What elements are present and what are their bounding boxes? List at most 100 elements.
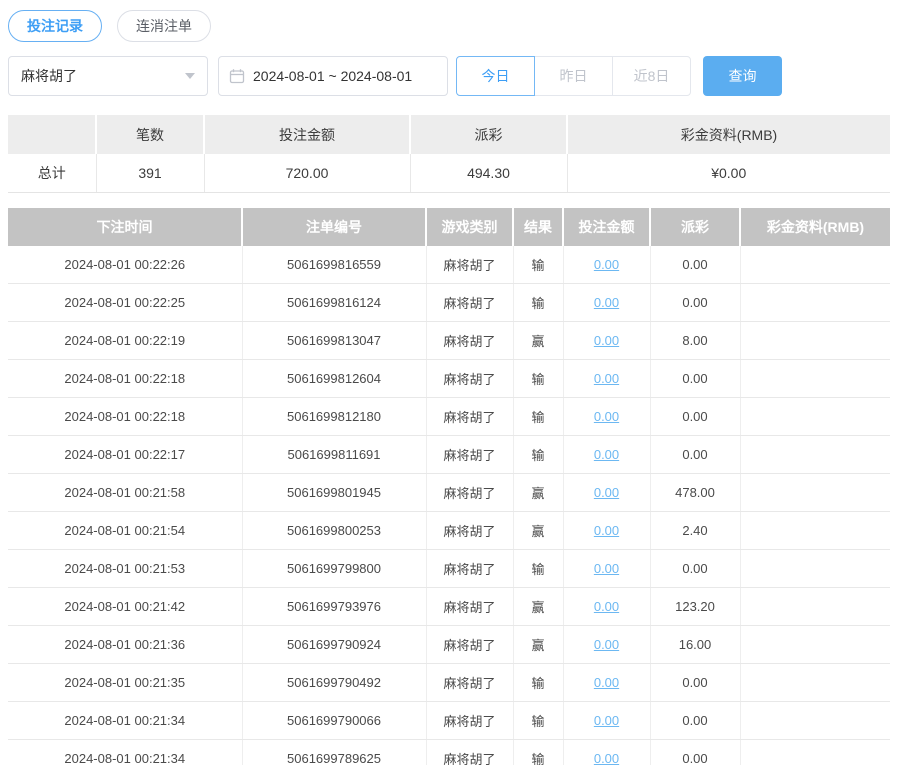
bonus xyxy=(740,398,890,436)
filter-bar: 麻将胡了 2024-08-01 ~ 2024-08-01 今日 昨日 近8日 查… xyxy=(8,56,890,96)
table-row: 2024-08-01 00:21:42 5061699793976 麻将胡了 赢… xyxy=(8,588,890,626)
bet-amount-cell: 0.00 xyxy=(563,436,650,474)
col-payout: 派彩 xyxy=(650,208,740,246)
payout: 0.00 xyxy=(650,436,740,474)
payout: 0.00 xyxy=(650,398,740,436)
table-row: 2024-08-01 00:22:18 5061699812180 麻将胡了 输… xyxy=(8,398,890,436)
payout: 0.00 xyxy=(650,740,740,765)
order-id: 5061699790066 xyxy=(242,702,426,740)
table-row: 2024-08-01 00:21:58 5061699801945 麻将胡了 赢… xyxy=(8,474,890,512)
betting-records-page: 投注记录 连消注单 麻将胡了 2024-08-01 ~ 2024-08-01 今… xyxy=(0,0,898,765)
bet-amount-link[interactable]: 0.00 xyxy=(594,333,619,348)
bet-amount-link[interactable]: 0.00 xyxy=(594,713,619,728)
bet-time: 2024-08-01 00:21:35 xyxy=(8,664,242,702)
bet-amount-link[interactable]: 0.00 xyxy=(594,485,619,500)
result: 输 xyxy=(513,398,563,436)
bet-amount-link[interactable]: 0.00 xyxy=(594,561,619,576)
bonus xyxy=(740,664,890,702)
summary-total-count: 391 xyxy=(96,154,204,192)
game-type: 麻将胡了 xyxy=(426,284,513,322)
payout: 0.00 xyxy=(650,246,740,284)
order-id: 5061699790492 xyxy=(242,664,426,702)
search-button[interactable]: 查询 xyxy=(703,56,782,96)
bet-amount-link[interactable]: 0.00 xyxy=(594,675,619,690)
bonus xyxy=(740,436,890,474)
bet-amount-link[interactable]: 0.00 xyxy=(594,295,619,310)
date-range-input[interactable]: 2024-08-01 ~ 2024-08-01 xyxy=(218,56,448,96)
bet-amount-cell: 0.00 xyxy=(563,322,650,360)
order-id: 5061699813047 xyxy=(242,322,426,360)
table-row: 2024-08-01 00:21:34 5061699789625 麻将胡了 输… xyxy=(8,740,890,765)
bet-amount-cell: 0.00 xyxy=(563,360,650,398)
order-id: 5061699816124 xyxy=(242,284,426,322)
bet-amount-link[interactable]: 0.00 xyxy=(594,371,619,386)
table-row: 2024-08-01 00:21:54 5061699800253 麻将胡了 赢… xyxy=(8,512,890,550)
bonus xyxy=(740,474,890,512)
result: 输 xyxy=(513,436,563,474)
summary-col-bonus: 彩金资料(RMB) xyxy=(567,115,890,154)
payout: 2.40 xyxy=(650,512,740,550)
table-row: 2024-08-01 00:22:17 5061699811691 麻将胡了 输… xyxy=(8,436,890,474)
game-select[interactable]: 麻将胡了 xyxy=(8,56,208,96)
bet-amount-link[interactable]: 0.00 xyxy=(594,637,619,652)
col-bet-time: 下注时间 xyxy=(8,208,242,246)
bet-time: 2024-08-01 00:22:17 xyxy=(8,436,242,474)
calendar-icon xyxy=(229,68,245,84)
bet-time: 2024-08-01 00:21:42 xyxy=(8,588,242,626)
bet-amount-cell: 0.00 xyxy=(563,512,650,550)
bet-amount-link[interactable]: 0.00 xyxy=(594,409,619,424)
bet-time: 2024-08-01 00:22:18 xyxy=(8,398,242,436)
tab-betting-records[interactable]: 投注记录 xyxy=(8,10,102,42)
chevron-down-icon xyxy=(185,73,195,79)
game-type: 麻将胡了 xyxy=(426,664,513,702)
bet-time: 2024-08-01 00:21:58 xyxy=(8,474,242,512)
bet-amount-link[interactable]: 0.00 xyxy=(594,599,619,614)
result: 赢 xyxy=(513,626,563,664)
bonus xyxy=(740,284,890,322)
result: 输 xyxy=(513,550,563,588)
bet-amount-cell: 0.00 xyxy=(563,626,650,664)
bet-amount-cell: 0.00 xyxy=(563,398,650,436)
summary-table: 笔数 投注金额 派彩 彩金资料(RMB) 总计 391 720.00 494.3… xyxy=(8,115,890,193)
payout: 0.00 xyxy=(650,664,740,702)
payout: 8.00 xyxy=(650,322,740,360)
result: 输 xyxy=(513,702,563,740)
order-id: 5061699801945 xyxy=(242,474,426,512)
bet-amount-link[interactable]: 0.00 xyxy=(594,751,619,765)
bet-amount-cell: 0.00 xyxy=(563,550,650,588)
table-row: 2024-08-01 00:22:26 5061699816559 麻将胡了 输… xyxy=(8,246,890,284)
result: 输 xyxy=(513,740,563,765)
payout: 0.00 xyxy=(650,284,740,322)
bet-time: 2024-08-01 00:21:34 xyxy=(8,740,242,765)
payout: 0.00 xyxy=(650,360,740,398)
bonus xyxy=(740,550,890,588)
bonus xyxy=(740,322,890,360)
bet-amount-link[interactable]: 0.00 xyxy=(594,257,619,272)
today-button[interactable]: 今日 xyxy=(456,56,535,96)
bonus xyxy=(740,360,890,398)
bet-amount-link[interactable]: 0.00 xyxy=(594,523,619,538)
bet-amount-cell: 0.00 xyxy=(563,740,650,765)
last-8-days-button[interactable]: 近8日 xyxy=(612,56,691,96)
bet-time: 2024-08-01 00:21:54 xyxy=(8,512,242,550)
quick-date-buttons: 今日 昨日 近8日 xyxy=(456,56,691,96)
result: 输 xyxy=(513,664,563,702)
summary-header-row: 笔数 投注金额 派彩 彩金资料(RMB) xyxy=(8,115,890,154)
bet-table-header-row: 下注时间 注单编号 游戏类别 结果 投注金额 派彩 彩金资料(RMB) xyxy=(8,208,890,246)
col-order-id: 注单编号 xyxy=(242,208,426,246)
game-type: 麻将胡了 xyxy=(426,474,513,512)
summary-col-bet-amount: 投注金额 xyxy=(204,115,410,154)
summary-col-payout: 派彩 xyxy=(410,115,567,154)
bet-amount-cell: 0.00 xyxy=(563,474,650,512)
bet-time: 2024-08-01 00:21:34 xyxy=(8,702,242,740)
summary-total-label: 总计 xyxy=(8,154,96,192)
tab-cascade-bets[interactable]: 连消注单 xyxy=(117,10,211,42)
order-id: 5061699816559 xyxy=(242,246,426,284)
yesterday-button[interactable]: 昨日 xyxy=(534,56,613,96)
bet-amount-link[interactable]: 0.00 xyxy=(594,447,619,462)
summary-total-row: 总计 391 720.00 494.30 ¥0.00 xyxy=(8,154,890,192)
table-row: 2024-08-01 00:21:53 5061699799800 麻将胡了 输… xyxy=(8,550,890,588)
result: 输 xyxy=(513,360,563,398)
game-type: 麻将胡了 xyxy=(426,322,513,360)
bet-time: 2024-08-01 00:21:36 xyxy=(8,626,242,664)
